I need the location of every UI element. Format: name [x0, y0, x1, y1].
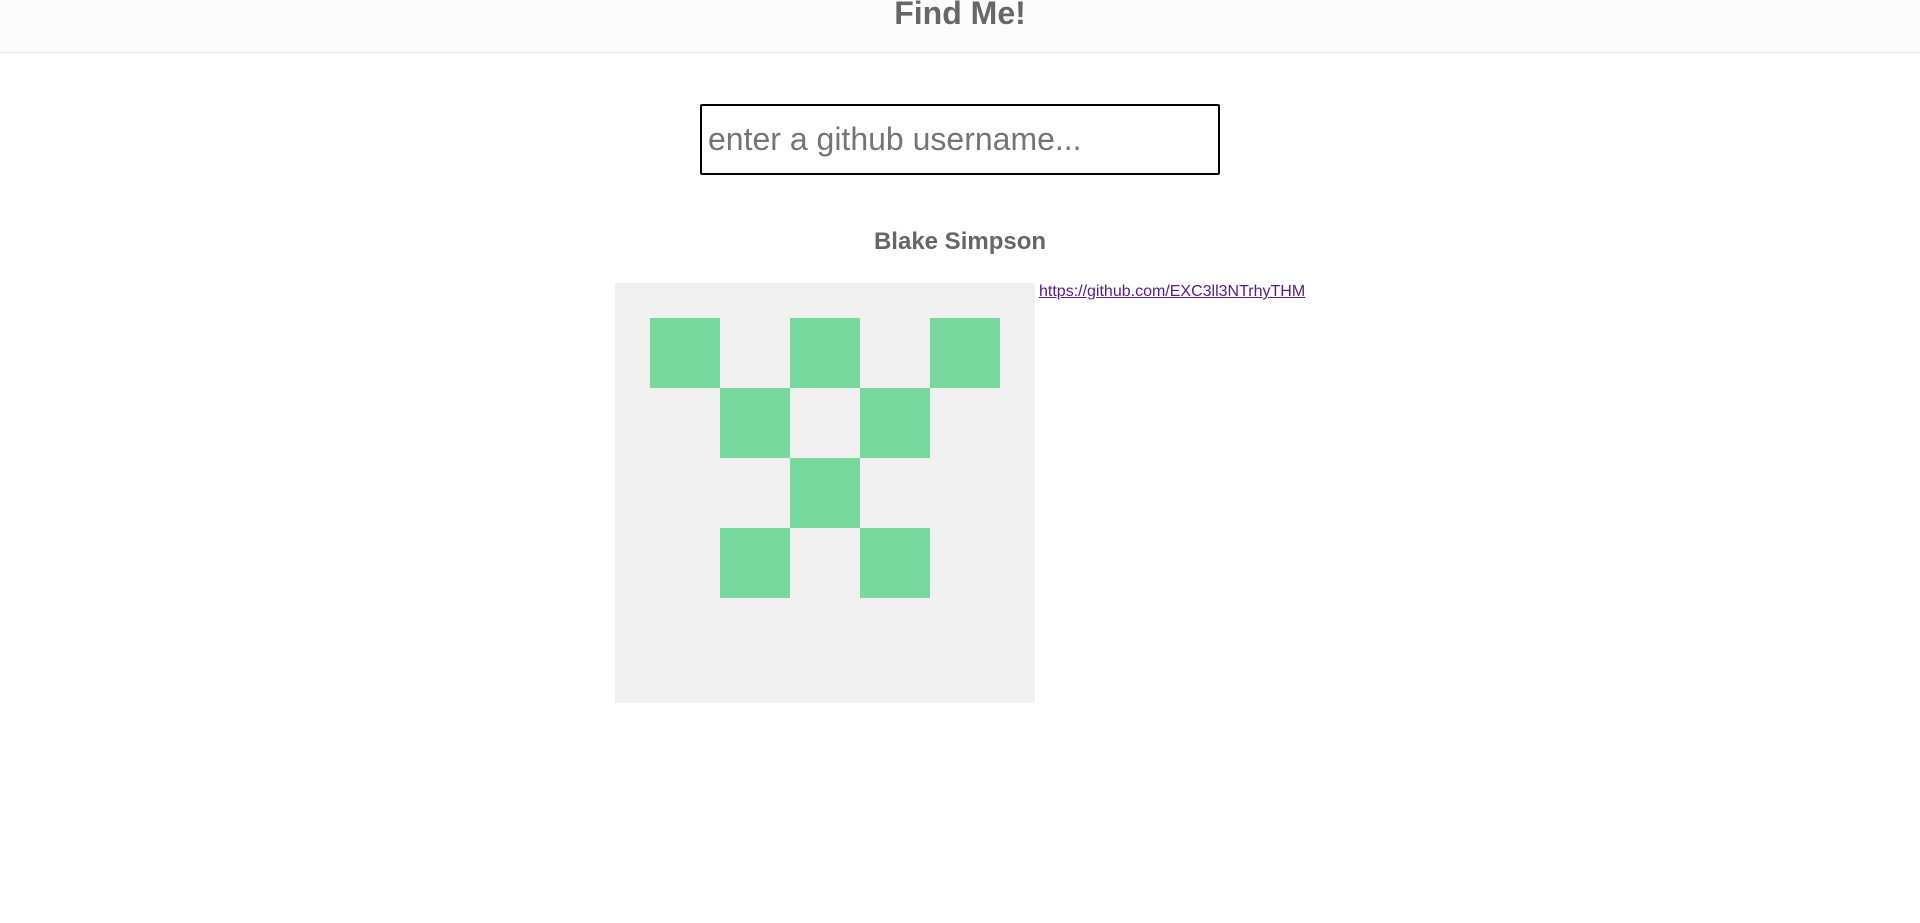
github-profile-link[interactable]: https://github.com/EXC3ll3NTrhyTHM — [1039, 282, 1305, 302]
avatar-cell — [860, 388, 930, 458]
avatar-cell — [720, 388, 790, 458]
avatar-cell — [720, 528, 790, 598]
avatar-cell — [790, 318, 860, 388]
username-search-input[interactable] — [700, 104, 1220, 175]
avatar-cell — [860, 528, 930, 598]
avatar-cell — [930, 318, 1000, 388]
avatar-cell — [650, 318, 720, 388]
page-title: Find Me! — [894, 0, 1026, 31]
page-header: Find Me! — [0, 0, 1920, 53]
user-avatar — [615, 283, 1035, 703]
avatar-cell — [790, 458, 860, 528]
user-name: Blake Simpson — [873, 228, 1047, 255]
